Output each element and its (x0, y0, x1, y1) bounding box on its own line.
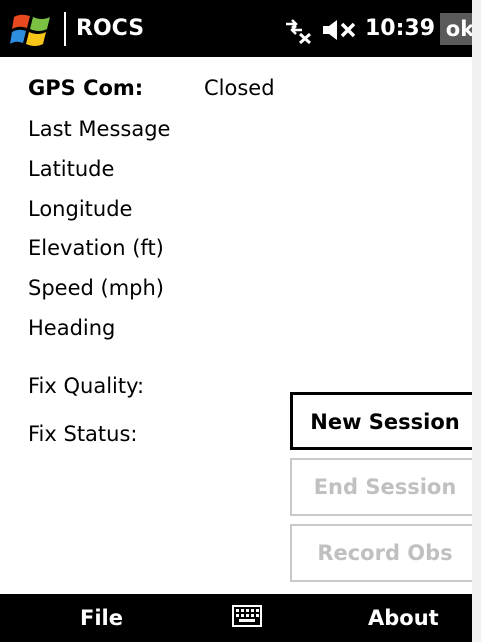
connection-off-icon[interactable] (282, 16, 312, 44)
windows-flag-icon[interactable] (10, 11, 56, 49)
title-bar: ROCS 10:39 ok (0, 0, 472, 57)
end-session-button[interactable]: End Session (290, 458, 472, 516)
fix-status-label: Fix Status: (28, 422, 138, 446)
clock: 10:39 (365, 16, 436, 41)
ok-button[interactable]: ok (440, 13, 472, 45)
fix-quality-label: Fix Quality: (28, 374, 145, 398)
longitude-label: Longitude (28, 197, 133, 221)
latitude-label: Latitude (28, 157, 115, 181)
title-separator (64, 12, 66, 46)
elevation-label: Elevation (ft) (28, 236, 164, 260)
file-menu[interactable]: File (80, 602, 123, 634)
volume-muted-icon[interactable] (321, 18, 357, 42)
device-screen: ROCS 10:39 ok GPS Com: Closed Last Messa… (0, 0, 472, 642)
menu-bar: File About (0, 594, 472, 642)
heading-label: Heading (28, 316, 116, 340)
last-message-label: Last Message (28, 117, 171, 141)
speed-label: Speed (mph) (28, 276, 164, 300)
keyboard-icon[interactable] (232, 605, 262, 627)
new-session-button[interactable]: New Session (290, 392, 472, 450)
about-menu[interactable]: About (368, 602, 439, 634)
app-title: ROCS (76, 16, 145, 41)
gps-com-value: Closed (204, 76, 275, 100)
gps-com-label: GPS Com: (28, 76, 144, 100)
record-obs-button[interactable]: Record Obs (290, 524, 472, 582)
